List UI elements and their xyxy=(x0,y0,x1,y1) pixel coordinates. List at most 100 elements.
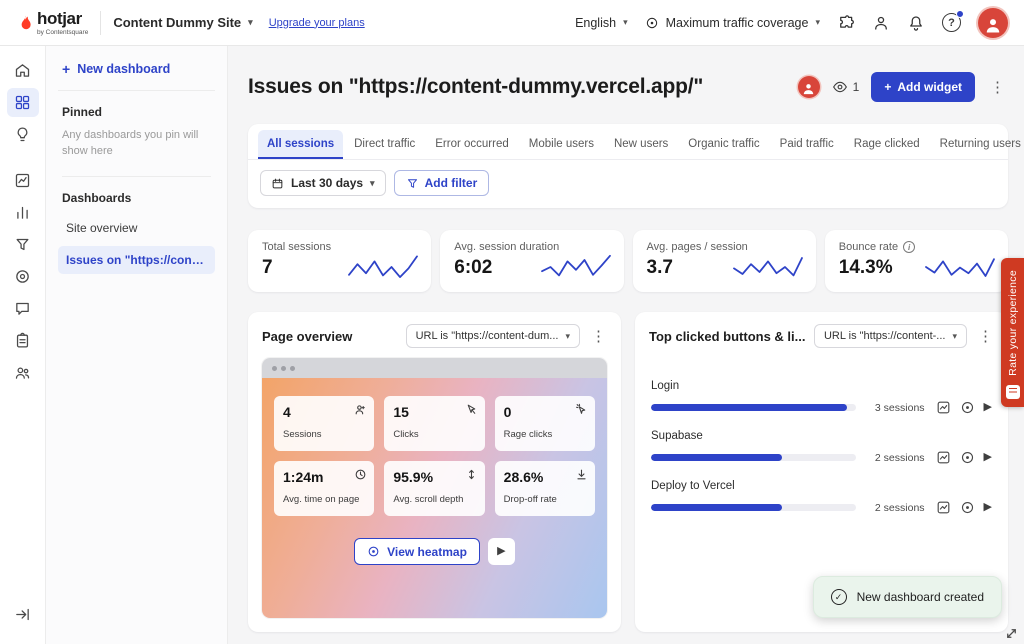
click-icon xyxy=(465,403,478,416)
traffic-coverage-selector[interactable]: Maximum traffic coverage ▾ xyxy=(645,16,820,30)
add-widget-button[interactable]: + Add widget xyxy=(871,72,975,102)
segment-tabs-card: All sessions Direct traffic Error occurr… xyxy=(248,124,1008,208)
calendar-icon xyxy=(271,177,284,190)
stat-bounce-rate: Bounce rate i 14.3% xyxy=(825,230,1008,292)
new-dashboard-button[interactable]: + New dashboard xyxy=(58,60,215,91)
filter-row: Last 30 days ▾ Add filter xyxy=(248,160,1008,208)
ideas-icon[interactable] xyxy=(7,120,39,149)
trends-icon[interactable] xyxy=(7,166,39,195)
feedback-icon[interactable] xyxy=(7,294,39,323)
notification-dot xyxy=(956,10,964,18)
language-label: English xyxy=(575,16,616,30)
tab-paid-traffic[interactable]: Paid traffic xyxy=(771,130,843,159)
collapse-sidebar-icon[interactable] xyxy=(7,600,39,629)
segment-tabs: All sessions Direct traffic Error occurr… xyxy=(248,124,1008,160)
drop-off-icon xyxy=(575,468,588,481)
widget-menu-icon[interactable]: ⋮ xyxy=(975,329,996,344)
view-heatmap-button[interactable]: View heatmap xyxy=(354,538,480,565)
clock-icon xyxy=(354,468,367,481)
tile-sessions: 4 Sessions xyxy=(274,396,374,451)
tab-mobile-users[interactable]: Mobile users xyxy=(520,130,603,159)
trend-icon[interactable] xyxy=(936,450,951,465)
add-filter-button[interactable]: Add filter xyxy=(394,170,490,196)
hotjar-logo[interactable]: hotjar by Contentsquare xyxy=(16,10,88,36)
notifications-icon[interactable] xyxy=(907,14,925,32)
stat-total-sessions: Total sessions 7 xyxy=(248,230,431,292)
tile-value: 28.6% xyxy=(504,469,586,485)
heatmap-target-icon[interactable] xyxy=(960,500,975,515)
tab-all-sessions[interactable]: All sessions xyxy=(258,130,343,159)
stat-avg-session-duration: Avg. session duration 6:02 xyxy=(440,230,623,292)
rate-experience-tab[interactable]: Rate your experience xyxy=(1001,258,1024,407)
chevron-down-icon: ▾ xyxy=(623,17,628,28)
url-filter-dropdown[interactable]: URL is "https://content-dum... ▾ xyxy=(406,324,580,348)
funnels-icon[interactable] xyxy=(7,230,39,259)
tile-drop-off: 28.6% Drop-off rate xyxy=(495,461,595,516)
rage-click-icon xyxy=(575,403,588,416)
hotjar-flame-icon xyxy=(16,14,34,32)
chevron-down-icon: ▾ xyxy=(248,17,253,28)
window-dot xyxy=(272,366,277,371)
extensions-icon[interactable] xyxy=(837,14,855,32)
dashboard-menu-icon[interactable]: ⋮ xyxy=(987,80,1008,95)
trend-icon[interactable] xyxy=(936,400,951,415)
tab-new-users[interactable]: New users xyxy=(605,130,677,159)
pinned-section-title: Pinned xyxy=(62,105,211,119)
heatmap-target-icon[interactable] xyxy=(960,400,975,415)
feedback-survey-icon xyxy=(1006,385,1020,399)
view-heatmap-label: View heatmap xyxy=(387,545,467,559)
site-selector[interactable]: Content Dummy Site ▾ xyxy=(113,15,252,30)
invite-user-icon[interactable] xyxy=(872,14,890,32)
top-bar: hotjar by Contentsquare Content Dummy Si… xyxy=(0,0,1024,46)
pinned-empty-text: Any dashboards you pin will show here xyxy=(62,128,211,177)
user-avatar[interactable] xyxy=(978,8,1008,38)
date-range-selector[interactable]: Last 30 days ▾ xyxy=(260,170,386,196)
users-icon[interactable] xyxy=(7,358,39,387)
trend-icon[interactable] xyxy=(936,500,951,515)
metrics-icon[interactable] xyxy=(7,198,39,227)
hotjar-app: hotjar by Contentsquare Content Dummy Si… xyxy=(0,0,1024,644)
info-icon[interactable]: i xyxy=(903,241,915,253)
widget-menu-icon[interactable]: ⋮ xyxy=(588,329,609,344)
sessions-bar xyxy=(651,454,856,461)
sessions-count: 2 sessions xyxy=(867,502,925,514)
tab-direct-traffic[interactable]: Direct traffic xyxy=(345,130,424,159)
play-icon[interactable]: ▶ xyxy=(984,402,992,413)
home-icon[interactable] xyxy=(7,56,39,85)
tile-avg-time: 1:24m Avg. time on page xyxy=(274,461,374,516)
play-icon: ▶ xyxy=(497,546,505,557)
sidebar-item-site-overview[interactable]: Site overview xyxy=(58,214,215,242)
play-icon[interactable]: ▶ xyxy=(984,452,992,463)
dashboards-sidebar: + New dashboard Pinned Any dashboards yo… xyxy=(46,46,228,644)
surveys-icon[interactable] xyxy=(7,326,39,355)
title-row: Issues on "https://content-dummy.vercel.… xyxy=(248,72,1008,102)
window-dot xyxy=(281,366,286,371)
tile-value: 4 xyxy=(283,404,365,420)
play-icon[interactable]: ▶ xyxy=(984,502,992,513)
tab-organic-traffic[interactable]: Organic traffic xyxy=(679,130,768,159)
heatmap-target-icon[interactable] xyxy=(960,450,975,465)
sidebar-item-issues-dashboard[interactable]: Issues on "https://content-dummy... xyxy=(58,246,215,274)
help-icon[interactable]: ? xyxy=(942,13,961,32)
sparkline-chart xyxy=(924,251,996,283)
widget-title: Page overview xyxy=(262,329,398,344)
dashboards-icon[interactable] xyxy=(7,88,39,117)
tab-rage-clicked[interactable]: Rage clicked xyxy=(845,130,929,159)
resize-handle-icon[interactable] xyxy=(1004,626,1019,641)
tab-error-occurred[interactable]: Error occurred xyxy=(426,130,518,159)
tab-returning-users[interactable]: Returning users xyxy=(931,130,1024,159)
sessions-icon xyxy=(354,403,367,416)
heatmaps-icon[interactable] xyxy=(7,262,39,291)
filter-icon xyxy=(406,177,419,190)
play-recording-button[interactable]: ▶ xyxy=(488,538,515,565)
element-label: Deploy to Vercel xyxy=(651,480,992,492)
viewer-avatar[interactable] xyxy=(798,76,820,98)
url-filter-dropdown[interactable]: URL is "https://content-... ▾ xyxy=(814,324,967,348)
language-selector[interactable]: English ▾ xyxy=(575,16,628,30)
upgrade-link[interactable]: Upgrade your plans xyxy=(269,17,365,29)
add-widget-label: Add widget xyxy=(897,80,962,94)
page-preview-actions: View heatmap ▶ xyxy=(274,538,595,565)
url-filter-value: URL is "https://content-dum... xyxy=(416,330,559,342)
tile-label: Avg. time on page xyxy=(283,494,365,505)
browser-chrome-bar xyxy=(262,358,607,378)
